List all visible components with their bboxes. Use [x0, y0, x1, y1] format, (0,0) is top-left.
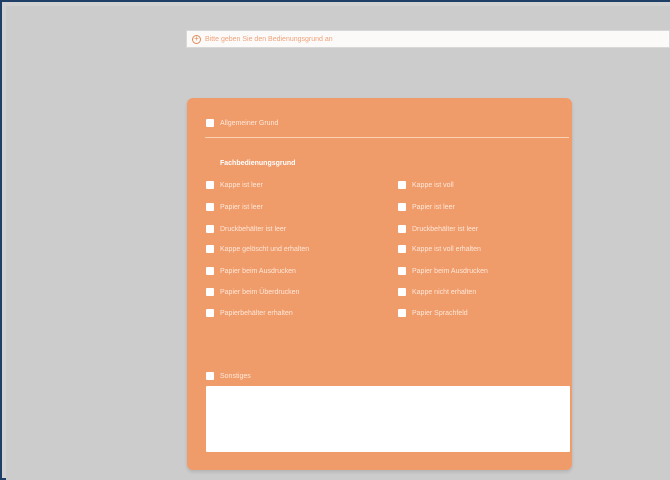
option-label: Kappe ist voll erhalten [412, 246, 481, 253]
option-label: Papier ist leer [220, 204, 263, 211]
checkbox[interactable] [206, 245, 214, 253]
option-label: Papier Sprachfeld [412, 310, 468, 317]
checkbox[interactable] [398, 309, 406, 317]
option-right-2[interactable]: Papier ist leer [398, 202, 568, 212]
option-right-5[interactable]: Papier beim Ausdrucken [398, 266, 568, 276]
option-label: Kappe ist leer [220, 182, 263, 189]
instruction-text: Bitte geben Sie den Bedienungsgrund an [205, 35, 333, 43]
option-left-2[interactable]: Papier ist leer [206, 202, 376, 212]
option-label: Sonstiges [220, 373, 251, 380]
checkbox[interactable] [206, 288, 214, 296]
checkbox[interactable] [398, 267, 406, 275]
option-notes[interactable]: Sonstiges [206, 371, 376, 381]
checkbox[interactable] [206, 267, 214, 275]
option-right-7[interactable]: Papier Sprachfeld [398, 308, 568, 318]
option-right-4[interactable]: Kappe ist voll erhalten [398, 244, 568, 254]
checkbox[interactable] [398, 245, 406, 253]
instruction-bar: + Bitte geben Sie den Bedienungsgrund an [186, 30, 670, 48]
panel-divider [205, 137, 569, 138]
option-label: Papier ist leer [412, 204, 455, 211]
option-left-3[interactable]: Druckbehälter ist leer [206, 224, 376, 234]
option-label: Druckbehälter ist leer [412, 226, 479, 233]
group-title: Fachbedienungsgrund [220, 160, 296, 167]
option-label: Papier beim Ausdrucken [412, 268, 488, 275]
option-left-4[interactable]: Kappe gelöscht und erhalten [206, 244, 376, 254]
option-left-1[interactable]: Kappe ist leer [206, 180, 376, 190]
option-right-3[interactable]: Druckbehälter ist leer [398, 224, 568, 234]
checkbox[interactable] [206, 225, 214, 233]
checkbox[interactable] [206, 181, 214, 189]
option-label: Papier beim Überdrucken [220, 289, 300, 296]
option-general-reason[interactable]: Allgemeiner Grund [206, 118, 376, 128]
checkbox[interactable] [206, 372, 214, 380]
option-left-6[interactable]: Papier beim Überdrucken [206, 287, 376, 297]
option-left-7[interactable]: Papierbehälter erhalten [206, 308, 376, 318]
option-right-6[interactable]: Kappe nicht erhalten [398, 287, 568, 297]
option-label: Kappe nicht erhalten [412, 289, 477, 296]
option-right-1[interactable]: Kappe ist voll [398, 180, 568, 190]
checkbox[interactable] [398, 288, 406, 296]
option-label: Kappe gelöscht und erhalten [220, 246, 310, 253]
option-label: Papier beim Ausdrucken [220, 268, 296, 275]
option-label: Papierbehälter erhalten [220, 310, 293, 317]
option-label: Druckbehälter ist leer [220, 226, 287, 233]
checkbox[interactable] [398, 225, 406, 233]
checkbox[interactable] [206, 309, 214, 317]
option-label: Allgemeiner Grund [220, 120, 279, 127]
option-left-5[interactable]: Papier beim Ausdrucken [206, 266, 376, 276]
notes-textarea[interactable] [206, 386, 570, 452]
circle-plus-icon[interactable]: + [192, 34, 201, 44]
checkbox[interactable] [206, 203, 214, 211]
checkbox[interactable] [398, 203, 406, 211]
checkbox[interactable] [206, 119, 214, 127]
option-label: Kappe ist voll [412, 182, 454, 189]
checkbox[interactable] [398, 181, 406, 189]
